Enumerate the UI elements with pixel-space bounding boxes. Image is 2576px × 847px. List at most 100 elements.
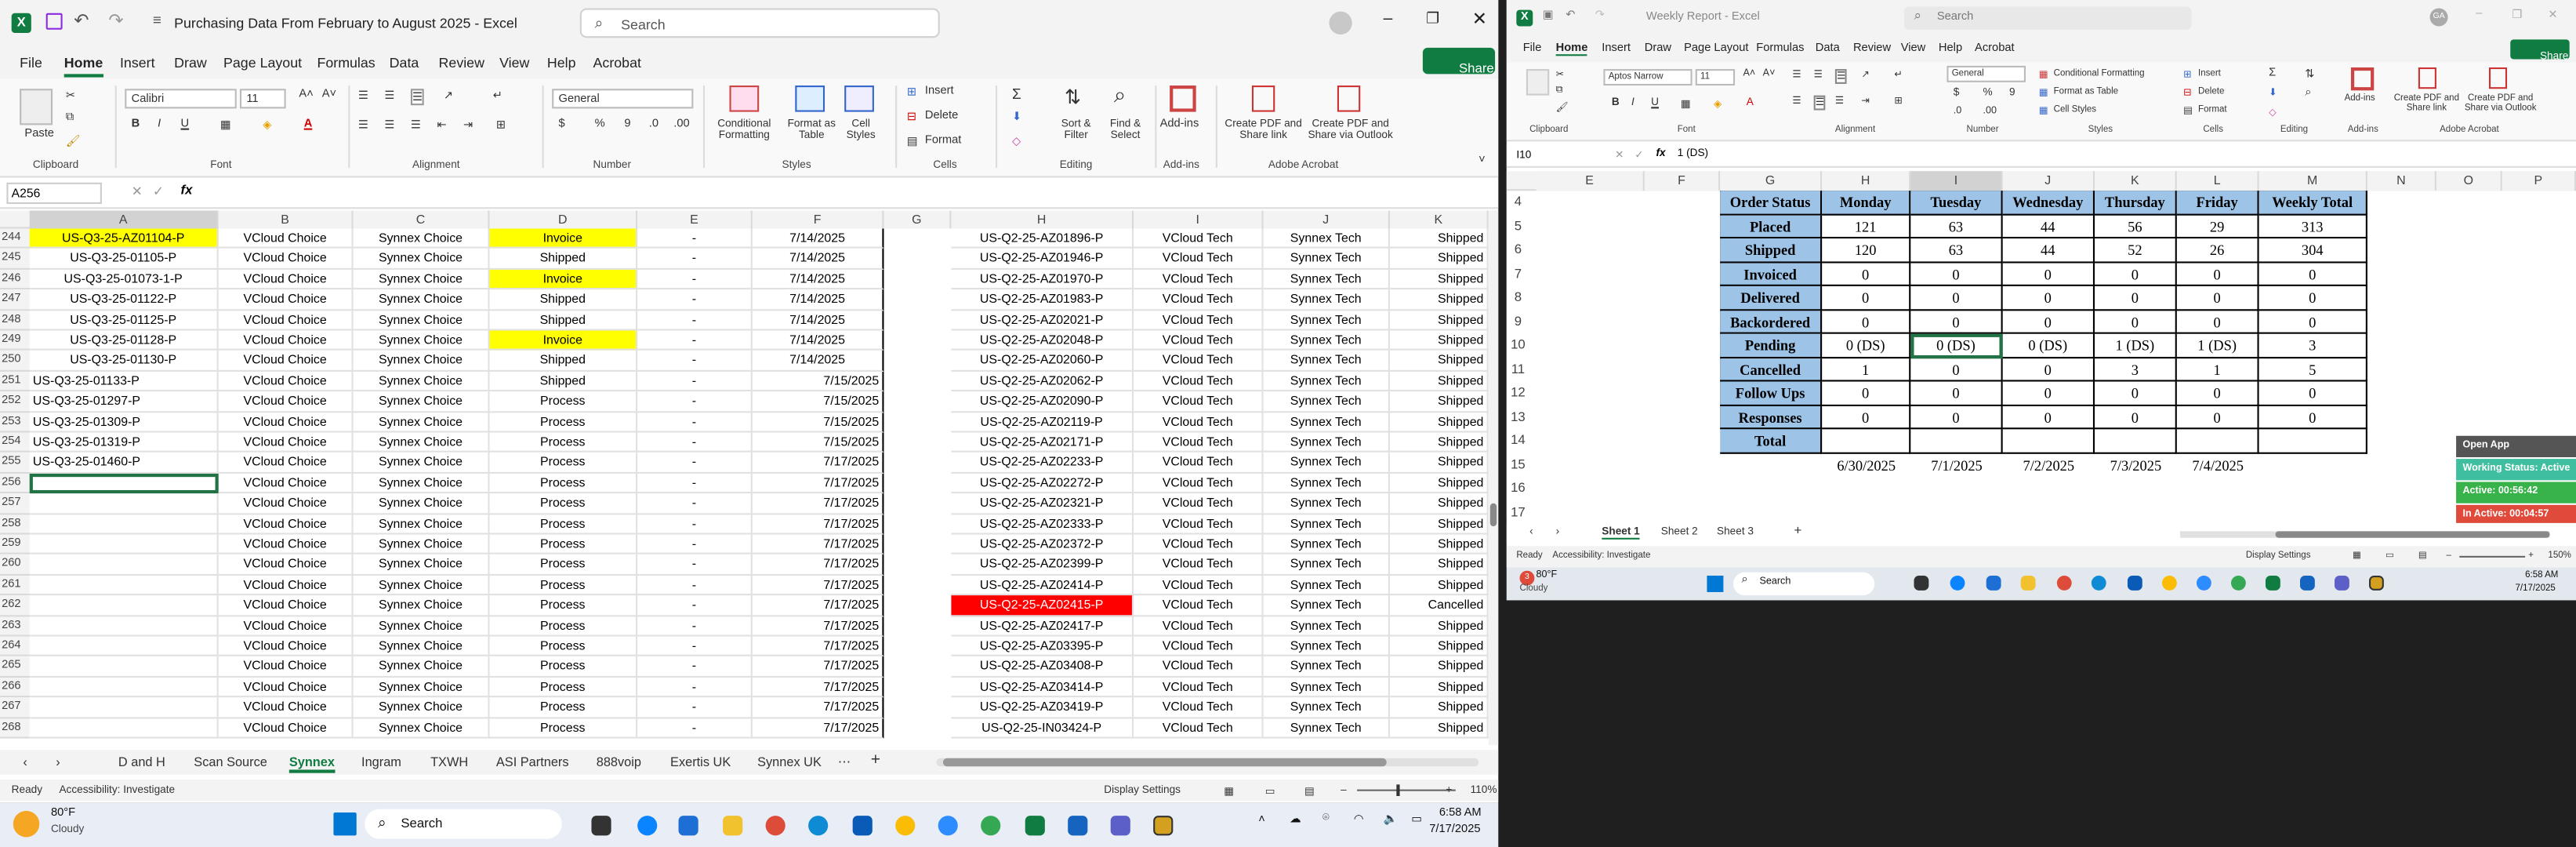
save-icon[interactable] — [45, 13, 63, 30]
table-cell[interactable]: 0 — [2259, 381, 2367, 405]
column-header[interactable]: D — [489, 210, 638, 229]
table-cell[interactable] — [2176, 429, 2259, 453]
cell-c[interactable]: Synnex Choice — [353, 269, 490, 290]
cell-k[interactable]: Shipped — [1389, 514, 1489, 535]
cell-b[interactable]: VCloud Choice — [218, 514, 354, 535]
rdp-icon[interactable] — [2299, 575, 2315, 591]
tab-page-layout[interactable]: Page Layout — [223, 54, 302, 71]
zoom-slider-thumb[interactable] — [1396, 784, 1400, 796]
table-cell[interactable]: 0 — [2095, 262, 2177, 286]
column-header[interactable]: L — [2176, 171, 2259, 191]
cell-h[interactable]: US-Q2-25-AZ02372-P — [951, 534, 1134, 555]
cell-i[interactable]: VCloud Tech — [1134, 249, 1264, 270]
cell-h[interactable]: US-Q2-25-AZ02415-P — [951, 595, 1134, 616]
cell-j[interactable]: Synnex Tech — [1263, 697, 1390, 718]
timetracker-icon[interactable] — [1153, 816, 1174, 836]
cell-a[interactable]: US-Q3-25-01297-P — [29, 391, 219, 413]
copy-icon[interactable]: ⧉ — [1556, 85, 1563, 97]
cell-f[interactable]: 7/15/2025 — [752, 371, 884, 392]
table-cell[interactable]: 0 — [2002, 262, 2095, 286]
conditional-formatting-label[interactable]: Conditional Formatting — [711, 118, 777, 141]
cell-h[interactable]: US-Q2-25-AZ02048-P — [951, 330, 1134, 351]
shrink-font-icon[interactable]: A˅ — [322, 89, 336, 100]
display-settings[interactable]: Display Settings — [1104, 784, 1181, 796]
zoom-in-icon[interactable]: + — [2528, 551, 2534, 562]
cell-i[interactable]: VCloud Tech — [1134, 595, 1264, 616]
cell-f[interactable]: 7/15/2025 — [752, 432, 884, 453]
page-break-view-icon[interactable]: ▤ — [2418, 551, 2427, 562]
table-cell[interactable]: 0 — [1910, 381, 2003, 405]
decrease-decimal-icon[interactable]: .00 — [1983, 107, 1997, 117]
format-cells-icon[interactable]: ▤ — [907, 135, 918, 148]
cell-b[interactable]: VCloud Choice — [218, 289, 354, 311]
table-cell[interactable]: 63 — [1910, 238, 2003, 263]
clear-icon[interactable]: ◇ — [1012, 135, 1021, 148]
cell-f[interactable]: 7/17/2025 — [752, 656, 884, 678]
row-header[interactable]: 251 — [0, 371, 30, 392]
cell-c[interactable]: Synnex Choice — [353, 249, 490, 270]
outlook-icon[interactable] — [852, 816, 873, 836]
sheet-tab[interactable]: Scan Source — [194, 755, 267, 770]
format-cells-label[interactable]: Format — [925, 135, 961, 147]
collapse-ribbon-icon[interactable]: ˅ — [1478, 154, 1486, 166]
cell-c[interactable]: Synnex Choice — [353, 310, 490, 331]
cell-d[interactable]: Process — [489, 453, 638, 474]
cell-d[interactable]: Process — [489, 656, 638, 678]
cell-a[interactable] — [29, 575, 219, 596]
tab-data[interactable]: Data — [390, 54, 419, 71]
page-layout-view-icon[interactable]: ▭ — [1265, 784, 1275, 798]
network-icon[interactable]: ⌾ — [1322, 812, 1330, 826]
cell-b[interactable]: VCloud Choice — [218, 269, 354, 290]
cell-b[interactable]: VCloud Choice — [218, 412, 354, 433]
row-header[interactable]: 17 — [1507, 501, 1529, 518]
create-pdf-outlook-label[interactable]: Create PDF and Share via Outlook — [2459, 94, 2542, 114]
outlook-icon[interactable] — [2127, 575, 2142, 591]
cell-j[interactable]: Synnex Tech — [1263, 595, 1390, 616]
edge-alt-icon[interactable] — [2091, 575, 2106, 591]
align-top-icon[interactable]: ☰ — [358, 89, 368, 102]
row-header[interactable]: 13 — [1507, 405, 1529, 429]
table-cell[interactable] — [2095, 429, 2177, 453]
clock-time[interactable]: 6:58 AM — [1439, 808, 1482, 820]
chrome-alt-icon[interactable] — [981, 816, 1001, 836]
table-cell[interactable]: 0 — [2259, 310, 2367, 334]
cell-e[interactable]: - — [637, 228, 753, 249]
copy-icon[interactable]: ⧉ — [66, 112, 74, 125]
cell-e[interactable]: - — [637, 595, 753, 616]
cell-j[interactable]: Synnex Tech — [1263, 432, 1390, 453]
weather-icon[interactable] — [13, 810, 40, 838]
row-header[interactable]: 253 — [0, 412, 30, 433]
cell-d[interactable]: Process — [489, 554, 638, 576]
formula-input[interactable]: 1 (DS) — [1678, 148, 1708, 160]
task-view-icon[interactable] — [591, 816, 611, 836]
format-cells-icon[interactable]: ▤ — [2183, 105, 2193, 117]
tab-page-layout[interactable]: Page Layout — [1684, 43, 1748, 55]
table-cell[interactable]: 0 — [2176, 310, 2259, 334]
share-button[interactable]: Share — [2510, 39, 2570, 63]
table-cell[interactable]: 44 — [2002, 238, 2095, 263]
cell-d[interactable]: Shipped — [489, 351, 638, 372]
column-header[interactable]: O — [2436, 171, 2502, 191]
tab-file[interactable]: File — [20, 54, 42, 71]
table-cell[interactable]: 0 (DS) — [2002, 333, 2095, 358]
taskbar-search[interactable]: ⌕ Search — [365, 809, 562, 839]
bold-icon[interactable]: B — [1612, 97, 1620, 109]
cell-j[interactable]: Synnex Tech — [1263, 473, 1390, 494]
format-as-table-label[interactable]: Format as Table — [782, 118, 841, 141]
cell-f[interactable]: 7/14/2025 — [752, 289, 884, 311]
table-cell[interactable]: 0 — [2095, 285, 2177, 311]
sheet-tab[interactable]: ASI Partners — [496, 755, 569, 770]
accessibility-status[interactable]: Accessibility: Investigate — [59, 784, 175, 796]
cell-j[interactable]: Synnex Tech — [1263, 636, 1390, 657]
cell-b[interactable]: VCloud Choice — [218, 453, 354, 474]
cell-j[interactable]: Synnex Tech — [1263, 310, 1390, 331]
font-name-select[interactable]: Calibri — [125, 89, 237, 109]
table-cell[interactable]: 1 (DS) — [2176, 333, 2259, 358]
format-as-table-icon[interactable] — [795, 85, 825, 112]
conditional-formatting-icon[interactable]: ▦ — [2039, 69, 2048, 81]
timetracker-overlay[interactable]: Open App Working Status: Active Active: … — [2456, 435, 2576, 528]
excel-taskbar-icon[interactable] — [2265, 575, 2280, 591]
date-cell[interactable]: 6/30/2025 — [1822, 453, 1910, 477]
cell-k[interactable]: Shipped — [1389, 289, 1489, 311]
column-header[interactable]: E — [637, 210, 753, 229]
